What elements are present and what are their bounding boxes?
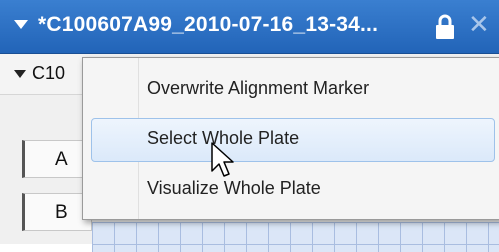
- menu-item-select-whole-plate[interactable]: Select Whole Plate: [83, 118, 499, 162]
- triangle-down-icon[interactable]: [14, 20, 28, 29]
- row-label: A: [55, 149, 68, 170]
- triangle-down-icon[interactable]: [14, 70, 26, 78]
- menu-item-overwrite-alignment-marker[interactable]: Overwrite Alignment Marker: [83, 66, 499, 110]
- arrow-cursor-icon: [211, 142, 234, 177]
- section-label: C10: [32, 63, 66, 83]
- context-menu: Overwrite Alignment Marker Select Whole …: [82, 57, 499, 220]
- row-label: B: [55, 202, 68, 223]
- close-icon[interactable]: ✕: [468, 10, 490, 40]
- menu-item-visualize-whole-plate[interactable]: Visualize Whole Plate: [83, 170, 499, 214]
- window-title-bar: *C100607A99_2010-07-16_13-34... ✕: [0, 0, 499, 54]
- menu-item-label: Overwrite Alignment Marker: [147, 78, 370, 98]
- plate-grid[interactable]: [92, 222, 499, 252]
- menu-item-label: Visualize Whole Plate: [147, 178, 321, 198]
- lock-icon[interactable]: [434, 14, 456, 40]
- window-title: *C100607A99_2010-07-16_13-34...: [38, 13, 379, 36]
